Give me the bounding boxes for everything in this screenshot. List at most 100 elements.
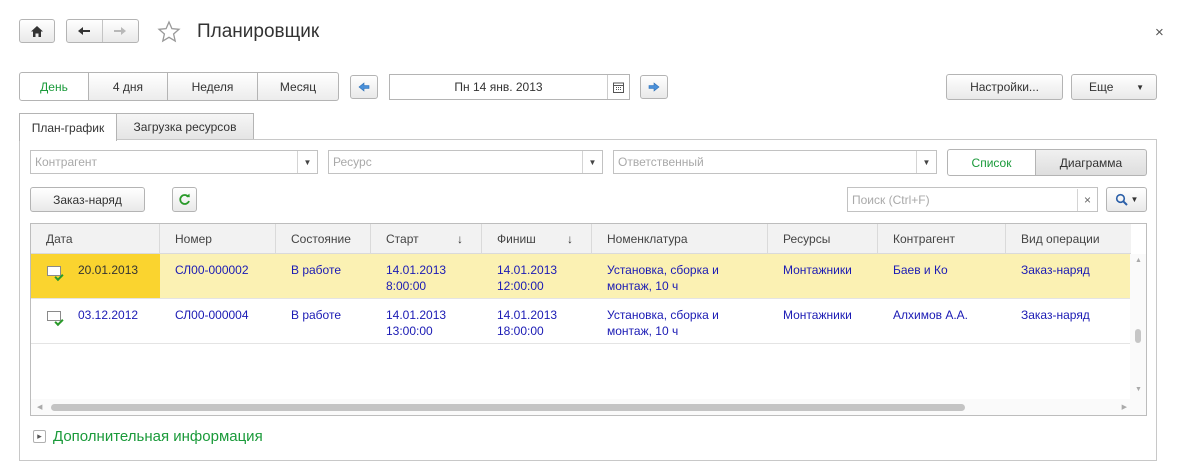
home-button[interactable] bbox=[19, 19, 55, 43]
finish-date: 14.01.2013 bbox=[497, 263, 558, 277]
more-info-toggle[interactable]: ▸ Дополнительная информация bbox=[33, 428, 263, 445]
cell-resources: Монтажники bbox=[783, 263, 852, 277]
period-week[interactable]: Неделя bbox=[168, 72, 258, 101]
chevron-down-icon[interactable]: ▼ bbox=[582, 151, 602, 173]
refresh-button[interactable] bbox=[172, 187, 197, 212]
arrow-right-icon bbox=[114, 27, 127, 35]
col-resources[interactable]: Ресурсы bbox=[768, 224, 878, 254]
cell-operation: Заказ-наряд bbox=[1021, 308, 1090, 322]
start-time: 8:00:00 bbox=[386, 279, 427, 293]
col-start[interactable]: Старт ↓ bbox=[371, 224, 482, 254]
col-state[interactable]: Состояние bbox=[276, 224, 371, 254]
horizontal-scrollbar[interactable]: ◀ ▶ bbox=[31, 399, 1131, 415]
document-icon bbox=[47, 266, 61, 276]
arrow-left-icon bbox=[78, 27, 91, 35]
date-text: 03.12.2012 bbox=[78, 308, 139, 322]
cell-resources: Монтажники bbox=[783, 308, 852, 322]
col-contractor[interactable]: Контрагент bbox=[878, 224, 1006, 254]
table-header: Дата Номер Состояние Старт ↓ Финиш ↓ Ном… bbox=[31, 224, 1131, 254]
favorite-button[interactable] bbox=[157, 20, 181, 47]
contractor-filter[interactable]: Контрагент ▼ bbox=[30, 150, 318, 174]
search-placeholder: Поиск (Ctrl+F) bbox=[852, 192, 930, 207]
start-date: 14.01.2013 bbox=[386, 263, 447, 277]
responsible-filter[interactable]: Ответственный ▼ bbox=[613, 150, 937, 174]
cell-date: 03.12.2012 bbox=[31, 299, 160, 343]
settings-button[interactable]: Настройки... bbox=[946, 74, 1063, 100]
work-order-button[interactable]: Заказ-наряд bbox=[30, 187, 145, 212]
scroll-up-icon[interactable]: ▲ bbox=[1135, 257, 1142, 264]
cell-contractor: Алхимов А.А. bbox=[893, 308, 969, 322]
table-row[interactable]: 03.12.2012 СЛ00-000004 В работе 14.01.20… bbox=[31, 299, 1131, 344]
horizontal-scroll-thumb[interactable] bbox=[51, 404, 965, 411]
finish-time: 18:00:00 bbox=[497, 324, 544, 338]
col-nomenclature[interactable]: Номенклатура bbox=[592, 224, 768, 254]
clear-search-icon[interactable]: × bbox=[1077, 188, 1097, 211]
date-field[interactable]: Пн 14 янв. 2013 bbox=[389, 74, 630, 100]
nomenclature-line-2: монтаж, 10 ч bbox=[607, 324, 679, 338]
chevron-down-icon[interactable]: ▼ bbox=[297, 151, 317, 173]
cell-start: 14.01.2013 13:00:00 bbox=[371, 299, 482, 343]
page-title: Планировщик bbox=[197, 21, 320, 42]
resource-placeholder: Ресурс bbox=[333, 155, 372, 169]
schedule-table: Дата Номер Состояние Старт ↓ Финиш ↓ Ном… bbox=[30, 223, 1147, 416]
scroll-right-icon[interactable]: ▶ bbox=[1122, 403, 1127, 411]
vertical-scrollbar[interactable]: ▲ ▼ bbox=[1130, 254, 1146, 415]
col-finish-label: Финиш bbox=[497, 232, 536, 246]
chevron-down-icon[interactable]: ▼ bbox=[916, 151, 936, 173]
date-text: 20.01.2013 bbox=[78, 263, 139, 277]
period-4-days[interactable]: 4 дня bbox=[89, 72, 168, 101]
calendar-button[interactable] bbox=[607, 75, 629, 99]
cell-operation: Заказ-наряд bbox=[1021, 263, 1090, 277]
responsible-placeholder: Ответственный bbox=[618, 155, 704, 169]
col-date[interactable]: Дата bbox=[31, 224, 160, 254]
search-input[interactable]: Поиск (Ctrl+F) × bbox=[847, 187, 1098, 212]
col-number[interactable]: Номер bbox=[160, 224, 276, 254]
diagram-view-button[interactable]: Диаграмма bbox=[1036, 149, 1147, 176]
refresh-icon bbox=[179, 193, 190, 205]
cell-number: СЛ00-000004 bbox=[175, 308, 249, 322]
more-button[interactable]: Еще ▼ bbox=[1071, 74, 1157, 100]
chevron-down-icon: ▼ bbox=[1136, 83, 1144, 92]
forward-button[interactable] bbox=[103, 20, 139, 42]
more-label: Еще bbox=[1089, 80, 1114, 94]
start-time: 13:00:00 bbox=[386, 324, 433, 338]
tab-plan-schedule[interactable]: План-график bbox=[19, 113, 117, 141]
col-finish[interactable]: Финиш ↓ bbox=[482, 224, 592, 254]
date-value: Пн 14 янв. 2013 bbox=[454, 80, 543, 94]
document-icon bbox=[47, 311, 61, 321]
back-button[interactable] bbox=[67, 20, 103, 42]
history-nav bbox=[66, 19, 139, 43]
star-icon bbox=[157, 20, 181, 43]
period-selector: День 4 дня Неделя Месяц bbox=[19, 72, 339, 101]
finish-date: 14.01.2013 bbox=[497, 308, 558, 322]
view-toggle: Список Диаграмма bbox=[947, 149, 1147, 176]
period-day[interactable]: День bbox=[19, 72, 89, 101]
resource-filter[interactable]: Ресурс ▼ bbox=[328, 150, 603, 174]
tab-resource-load[interactable]: Загрузка ресурсов bbox=[116, 113, 254, 140]
cell-finish: 14.01.2013 18:00:00 bbox=[482, 299, 592, 343]
prev-date-button[interactable] bbox=[350, 75, 378, 99]
list-view-button[interactable]: Список bbox=[947, 149, 1036, 176]
nomenclature-line-1: Установка, сборка и bbox=[607, 263, 719, 277]
scroll-left-icon[interactable]: ◀ bbox=[37, 403, 42, 411]
home-icon bbox=[31, 25, 43, 37]
next-date-button[interactable] bbox=[640, 75, 668, 99]
vertical-scroll-thumb[interactable] bbox=[1135, 329, 1141, 343]
scroll-down-icon[interactable]: ▼ bbox=[1135, 386, 1142, 393]
nomenclature-line-1: Установка, сборка и bbox=[607, 308, 719, 322]
more-info-label[interactable]: Дополнительная информация bbox=[53, 428, 263, 445]
contractor-placeholder: Контрагент bbox=[35, 155, 98, 169]
chevron-right-icon[interactable]: ▸ bbox=[33, 430, 46, 443]
table-row[interactable]: 20.01.2013 СЛ00-000002 В работе 14.01.20… bbox=[31, 254, 1131, 299]
period-month[interactable]: Месяц bbox=[258, 72, 339, 101]
col-operation[interactable]: Вид операции bbox=[1006, 224, 1131, 254]
close-icon[interactable]: × bbox=[1155, 24, 1164, 41]
cell-start: 14.01.2013 8:00:00 bbox=[371, 254, 482, 298]
finish-time: 12:00:00 bbox=[497, 279, 544, 293]
search-options-button[interactable]: ▼ bbox=[1106, 187, 1147, 212]
cell-number: СЛ00-000002 bbox=[175, 263, 249, 277]
calendar-icon bbox=[613, 82, 624, 93]
col-start-label: Старт bbox=[386, 232, 419, 246]
cell-state: В работе bbox=[291, 263, 342, 277]
start-date: 14.01.2013 bbox=[386, 308, 447, 322]
